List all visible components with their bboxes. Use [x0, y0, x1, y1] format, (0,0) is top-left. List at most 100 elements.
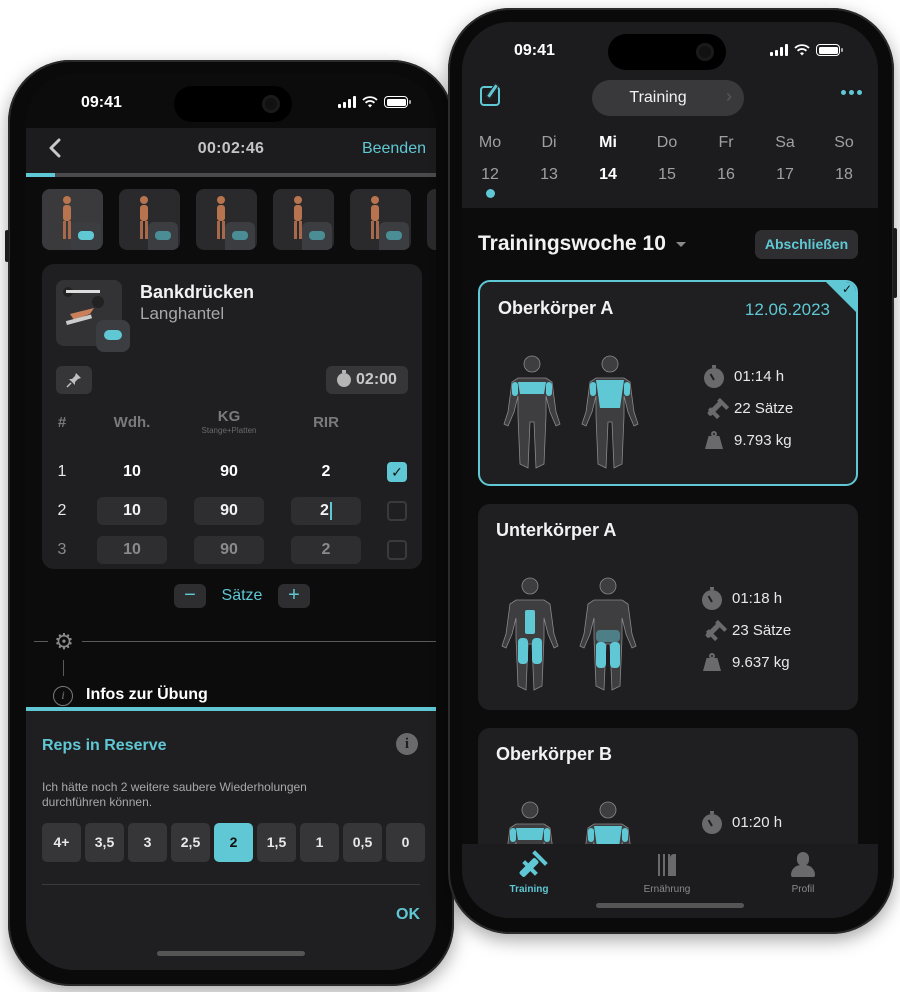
edit-icon[interactable]	[480, 86, 500, 106]
muscle-icon	[71, 222, 101, 250]
header-set-number: #	[57, 414, 67, 431]
rest-timer-button[interactable]: 02:00	[326, 366, 408, 394]
stopwatch-icon	[702, 587, 722, 610]
rir-value: 2	[321, 541, 331, 558]
rir-input[interactable]: 2	[291, 536, 361, 564]
exercise-info-title[interactable]: Infos zur Übung	[86, 686, 208, 704]
calendar-day[interactable]: So 18	[824, 134, 864, 184]
remove-set-button[interactable]: −	[174, 584, 206, 608]
volume-value: 9.637 kg	[732, 653, 790, 671]
day-date: 16	[717, 166, 735, 183]
rir-option[interactable]: 0	[386, 823, 425, 862]
exercise-image[interactable]	[56, 280, 130, 352]
workout-card[interactable]: Unterkörper A 01:18 h 23 Sätze 9.637 kg	[478, 504, 858, 710]
rir-option[interactable]: 2	[214, 823, 253, 862]
workout-stats: 01:18 h 23 Sätze 9.637 kg	[702, 582, 791, 678]
week-title-dropdown[interactable]: Trainingswoche 10	[478, 232, 686, 256]
muscle-icon	[148, 222, 178, 250]
reps-input[interactable]: 10	[97, 497, 167, 525]
status-bar: 09:41	[462, 22, 878, 76]
rir-input[interactable]: 2	[291, 497, 361, 525]
sets-label: Sätze	[221, 587, 263, 604]
workout-card[interactable]: Oberkörper A 12.06.2023 ✓ 01:14 h 22 Sätze 9.…	[478, 280, 858, 486]
calendar-day[interactable]: Mi 14	[588, 134, 628, 184]
camera-icon	[696, 43, 714, 61]
header-reps: Wdh.	[113, 414, 151, 431]
ok-button[interactable]: OK	[396, 906, 420, 924]
wifi-icon	[362, 96, 378, 108]
battery-icon	[816, 44, 843, 56]
reps-input[interactable]: 10	[97, 536, 167, 564]
training-screen: 09:41 Training › Mo 12 Di 13 Mi 14 Do 15 Fr 16 Sa 1…	[462, 22, 878, 918]
week-title: Trainingswoche 10	[478, 232, 666, 255]
calendar-day[interactable]: Di 13	[529, 134, 569, 184]
set-row: 2 10 90 2	[42, 497, 422, 527]
rir-value: 2	[320, 502, 329, 519]
info-icon[interactable]: i	[396, 733, 418, 755]
sets-value: 23 Sätze	[732, 621, 792, 639]
muscle-map	[498, 574, 648, 694]
calendar-day[interactable]: Sa 17	[765, 134, 805, 184]
calendar-day[interactable]: Do 15	[647, 134, 687, 184]
calendar-day[interactable]: Mo 12	[470, 134, 510, 198]
dumbbell-icon	[704, 398, 724, 418]
exercise-thumbnail[interactable]	[350, 189, 411, 250]
stopwatch-icon	[337, 370, 352, 387]
day-date: 13	[540, 166, 558, 183]
weight-input[interactable]: 90	[194, 536, 264, 564]
volume-value: 9.793 kg	[734, 431, 792, 449]
info-icon: i	[53, 686, 73, 706]
workout-stats: 01:14 h 22 Sätze 9.793 kg	[704, 360, 793, 456]
tab-nutrition[interactable]: Ernährung	[622, 852, 712, 895]
rir-option[interactable]: 1,5	[257, 823, 296, 862]
rir-description: Ich hätte noch 2 weitere saubere Wiederh…	[42, 780, 307, 809]
exercise-thumbnail[interactable]	[42, 189, 103, 250]
workout-screen: 09:41 00:02:46 Beenden Bankdrücken Langh…	[26, 74, 436, 970]
exercise-thumbnail[interactable]	[427, 189, 436, 250]
rir-option[interactable]: 0,5	[343, 823, 382, 862]
nav-title: Training	[629, 89, 687, 106]
stat-volume: 9.637 kg	[702, 646, 791, 678]
pin-button[interactable]	[56, 366, 92, 394]
status-bar: 09:41	[26, 74, 436, 128]
reps-input[interactable]: 10	[97, 458, 167, 486]
set-complete-checkbox[interactable]	[387, 540, 407, 560]
tab-training[interactable]: Training	[484, 852, 574, 895]
set-number: 1	[57, 463, 67, 480]
workout-date: 12.06.2023	[744, 300, 830, 319]
chevron-right-icon: ›	[726, 86, 732, 106]
more-options-icon[interactable]	[841, 90, 862, 95]
rir-option[interactable]: 1	[300, 823, 339, 862]
muscle-icon	[225, 222, 255, 250]
home-indicator	[157, 951, 305, 956]
training-selector[interactable]: Training ›	[592, 80, 744, 116]
set-complete-checkbox[interactable]	[387, 501, 407, 521]
training-header: 09:41 Training › Mo 12 Di 13 Mi 14 Do 15 Fr 16 Sa 1…	[462, 22, 878, 208]
rir-title: Reps in Reserve	[42, 737, 167, 754]
header-kg: KG Stange+Platten	[194, 408, 264, 435]
calendar-day[interactable]: Fr 16	[706, 134, 746, 184]
weight-input[interactable]: 90	[194, 497, 264, 525]
rir-input[interactable]: 2	[291, 458, 361, 486]
exercise-thumbnail[interactable]	[273, 189, 334, 250]
exercise-carousel[interactable]	[26, 177, 436, 263]
rir-option[interactable]: 2,5	[171, 823, 210, 862]
weight-input[interactable]: 90	[194, 458, 264, 486]
complete-week-button[interactable]: Abschließen	[755, 230, 858, 259]
stat-duration: 01:18 h	[702, 582, 791, 614]
finish-workout-button[interactable]: Beenden	[362, 140, 426, 158]
gear-icon[interactable]: ⚙	[52, 630, 76, 654]
rir-option[interactable]: 3,5	[85, 823, 124, 862]
exercise-thumbnail[interactable]	[119, 189, 180, 250]
rir-option[interactable]: 4+	[42, 823, 81, 862]
duration-value: 01:18 h	[732, 589, 783, 607]
rir-option[interactable]: 3	[128, 823, 167, 862]
exercise-thumbnail[interactable]	[196, 189, 257, 250]
signal-icon	[770, 44, 788, 56]
stat-duration: 01:20 h	[702, 806, 791, 838]
add-set-button[interactable]: +	[278, 584, 310, 608]
day-date: 17	[776, 166, 794, 183]
tab-profile[interactable]: Profil	[758, 852, 848, 895]
workout-name: Unterkörper A	[496, 520, 617, 540]
set-complete-checkbox[interactable]: ✓	[387, 462, 407, 482]
